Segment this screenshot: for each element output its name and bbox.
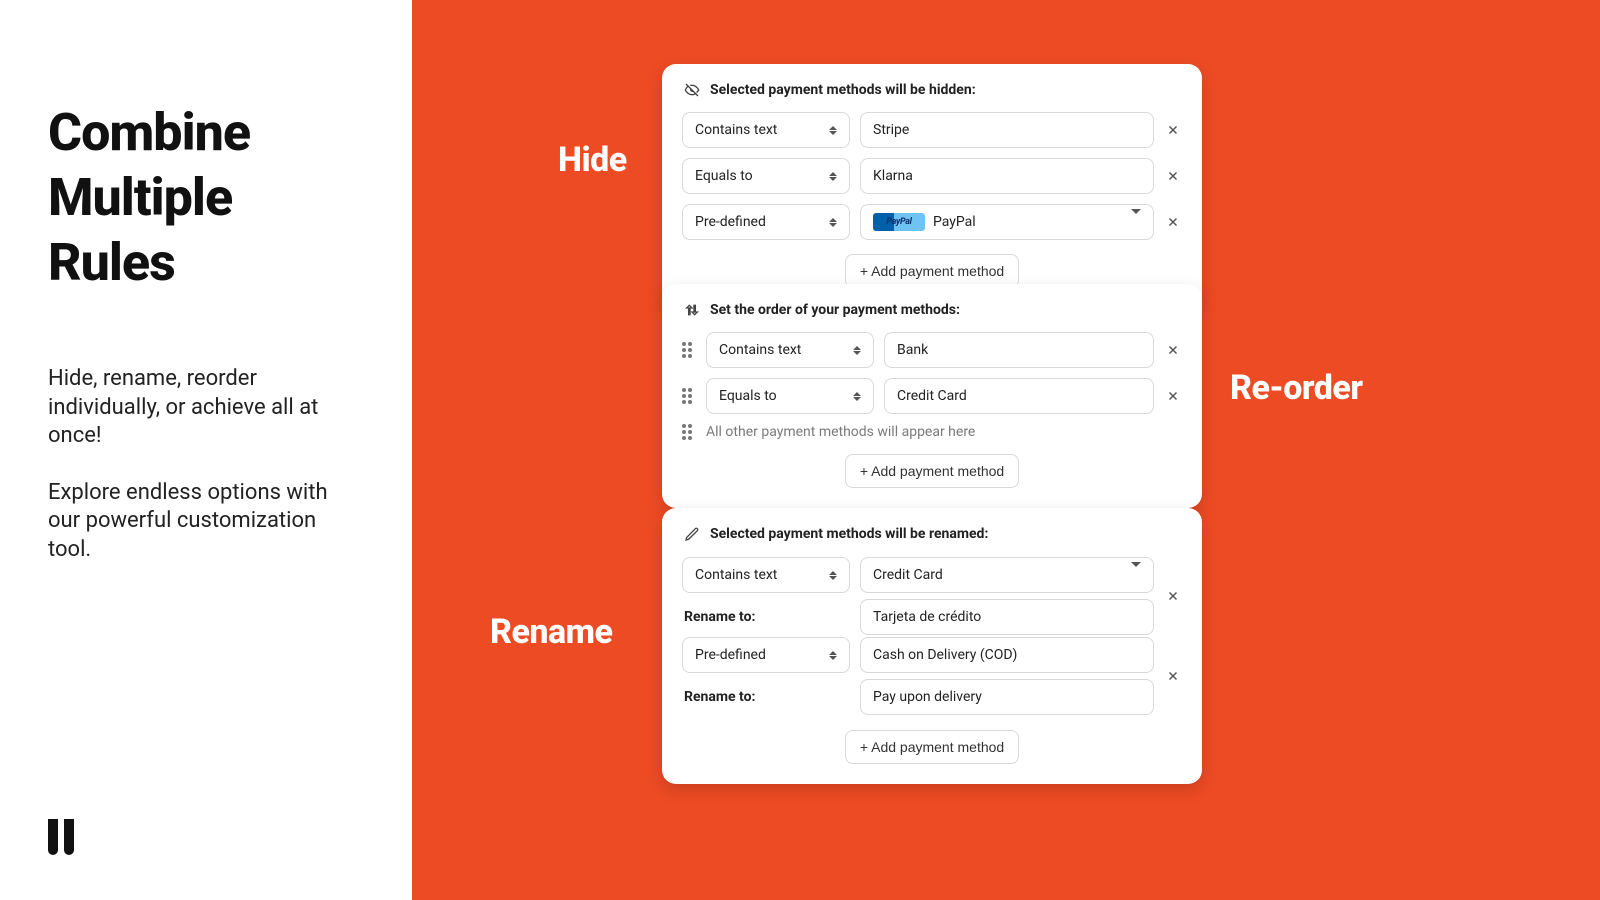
card-reorder: Set the order of your payment methods: C… bbox=[662, 284, 1202, 508]
card-hide: Selected payment methods will be hidden:… bbox=[662, 64, 1202, 308]
chevron-down-icon bbox=[1131, 567, 1141, 583]
card-rename-header: Selected payment methods will be renamed… bbox=[682, 526, 1182, 542]
add-payment-method-button[interactable]: + Add payment method bbox=[845, 454, 1019, 488]
tag-reorder: Re-order bbox=[1230, 368, 1363, 408]
chevron-down-icon bbox=[1131, 214, 1141, 230]
desc-paragraph-1: Hide, rename, reorder individually, or a… bbox=[48, 365, 364, 451]
drag-handle-icon[interactable] bbox=[682, 424, 696, 440]
page-description: Hide, rename, reorder individually, or a… bbox=[48, 365, 364, 565]
rename-to-input[interactable]: Pay upon delivery bbox=[860, 679, 1154, 715]
eye-off-icon bbox=[684, 82, 700, 98]
operator-select[interactable]: Equals to bbox=[682, 158, 850, 194]
drag-handle-icon[interactable] bbox=[682, 388, 696, 404]
remove-group-button[interactable] bbox=[1164, 587, 1182, 605]
operator-select[interactable]: Pre-defined bbox=[682, 204, 850, 240]
remove-row-button[interactable] bbox=[1164, 387, 1182, 405]
tag-hide: Hide bbox=[558, 140, 627, 180]
hide-row-2: Pre-defined PayPalPayPal bbox=[682, 204, 1182, 240]
paypal-icon: PayPal bbox=[873, 213, 925, 231]
sort-icon bbox=[829, 218, 837, 227]
page-title: Combine Multiple Rules bbox=[48, 100, 364, 295]
hide-row-1: Equals to Klarna bbox=[682, 158, 1182, 194]
value-select[interactable]: PayPalPayPal bbox=[860, 204, 1154, 240]
reorder-hint-row: All other payment methods will appear he… bbox=[682, 424, 1182, 440]
marketing-left-panel: Combine Multiple Rules Hide, rename, reo… bbox=[0, 0, 412, 900]
reorder-row-1: Equals to Credit Card bbox=[682, 378, 1182, 414]
card-rename-header-text: Selected payment methods will be renamed… bbox=[710, 526, 988, 542]
pencil-icon bbox=[684, 526, 700, 542]
title-line-1: Combine bbox=[48, 100, 364, 165]
operator-select[interactable]: Equals to bbox=[706, 378, 874, 414]
sort-icon bbox=[853, 392, 861, 401]
operator-select[interactable]: Contains text bbox=[682, 557, 850, 593]
reorder-row-0: Contains text Bank bbox=[682, 332, 1182, 368]
operator-select[interactable]: Contains text bbox=[682, 112, 850, 148]
sort-icon bbox=[829, 126, 837, 135]
sort-icon bbox=[829, 651, 837, 660]
sort-icon bbox=[853, 346, 861, 355]
remove-row-button[interactable] bbox=[1164, 121, 1182, 139]
card-hide-header-text: Selected payment methods will be hidden: bbox=[710, 82, 976, 98]
card-hide-header: Selected payment methods will be hidden: bbox=[682, 82, 1182, 98]
title-line-3: Rules bbox=[48, 230, 364, 295]
rename-to-label: Rename to: bbox=[682, 599, 850, 635]
remove-row-button[interactable] bbox=[1164, 167, 1182, 185]
tag-rename: Rename bbox=[490, 612, 613, 652]
value-input[interactable]: Credit Card bbox=[884, 378, 1154, 414]
drag-handle-icon[interactable] bbox=[682, 342, 696, 358]
rename-to-input[interactable]: Tarjeta de crédito bbox=[860, 599, 1154, 635]
card-rename: Selected payment methods will be renamed… bbox=[662, 508, 1202, 784]
add-payment-method-button[interactable]: + Add payment method bbox=[845, 254, 1019, 288]
sort-icon bbox=[829, 571, 837, 580]
reorder-hint-text: All other payment methods will appear he… bbox=[706, 424, 975, 440]
rename-to-label: Rename to: bbox=[682, 679, 850, 715]
value-input[interactable]: Klarna bbox=[860, 158, 1154, 194]
operator-select[interactable]: Contains text bbox=[706, 332, 874, 368]
operator-select[interactable]: Pre-defined bbox=[682, 637, 850, 673]
value-select[interactable]: Credit Card bbox=[860, 557, 1154, 593]
card-reorder-header-text: Set the order of your payment methods: bbox=[710, 302, 960, 318]
value-input[interactable]: Stripe bbox=[860, 112, 1154, 148]
rename-group-1: Pre-defined Cash on Delivery (COD) Renam… bbox=[682, 636, 1182, 716]
reorder-icon bbox=[684, 302, 700, 318]
remove-row-button[interactable] bbox=[1164, 341, 1182, 359]
add-payment-method-button[interactable]: + Add payment method bbox=[845, 730, 1019, 764]
brand-logo bbox=[48, 819, 76, 855]
hide-row-0: Contains text Stripe bbox=[682, 112, 1182, 148]
cards-panel: Hide Re-order Rename Selected payment me… bbox=[412, 0, 1600, 900]
rename-group-0: Contains text Credit Card Rename to: Tar… bbox=[682, 556, 1182, 636]
desc-paragraph-2: Explore endless options with our powerfu… bbox=[48, 479, 364, 565]
remove-row-button[interactable] bbox=[1164, 213, 1182, 231]
value-input[interactable]: Cash on Delivery (COD) bbox=[860, 637, 1154, 673]
sort-icon bbox=[829, 172, 837, 181]
value-input[interactable]: Bank bbox=[884, 332, 1154, 368]
remove-group-button[interactable] bbox=[1164, 667, 1182, 685]
title-line-2: Multiple bbox=[48, 165, 364, 230]
card-reorder-header: Set the order of your payment methods: bbox=[682, 302, 1182, 318]
